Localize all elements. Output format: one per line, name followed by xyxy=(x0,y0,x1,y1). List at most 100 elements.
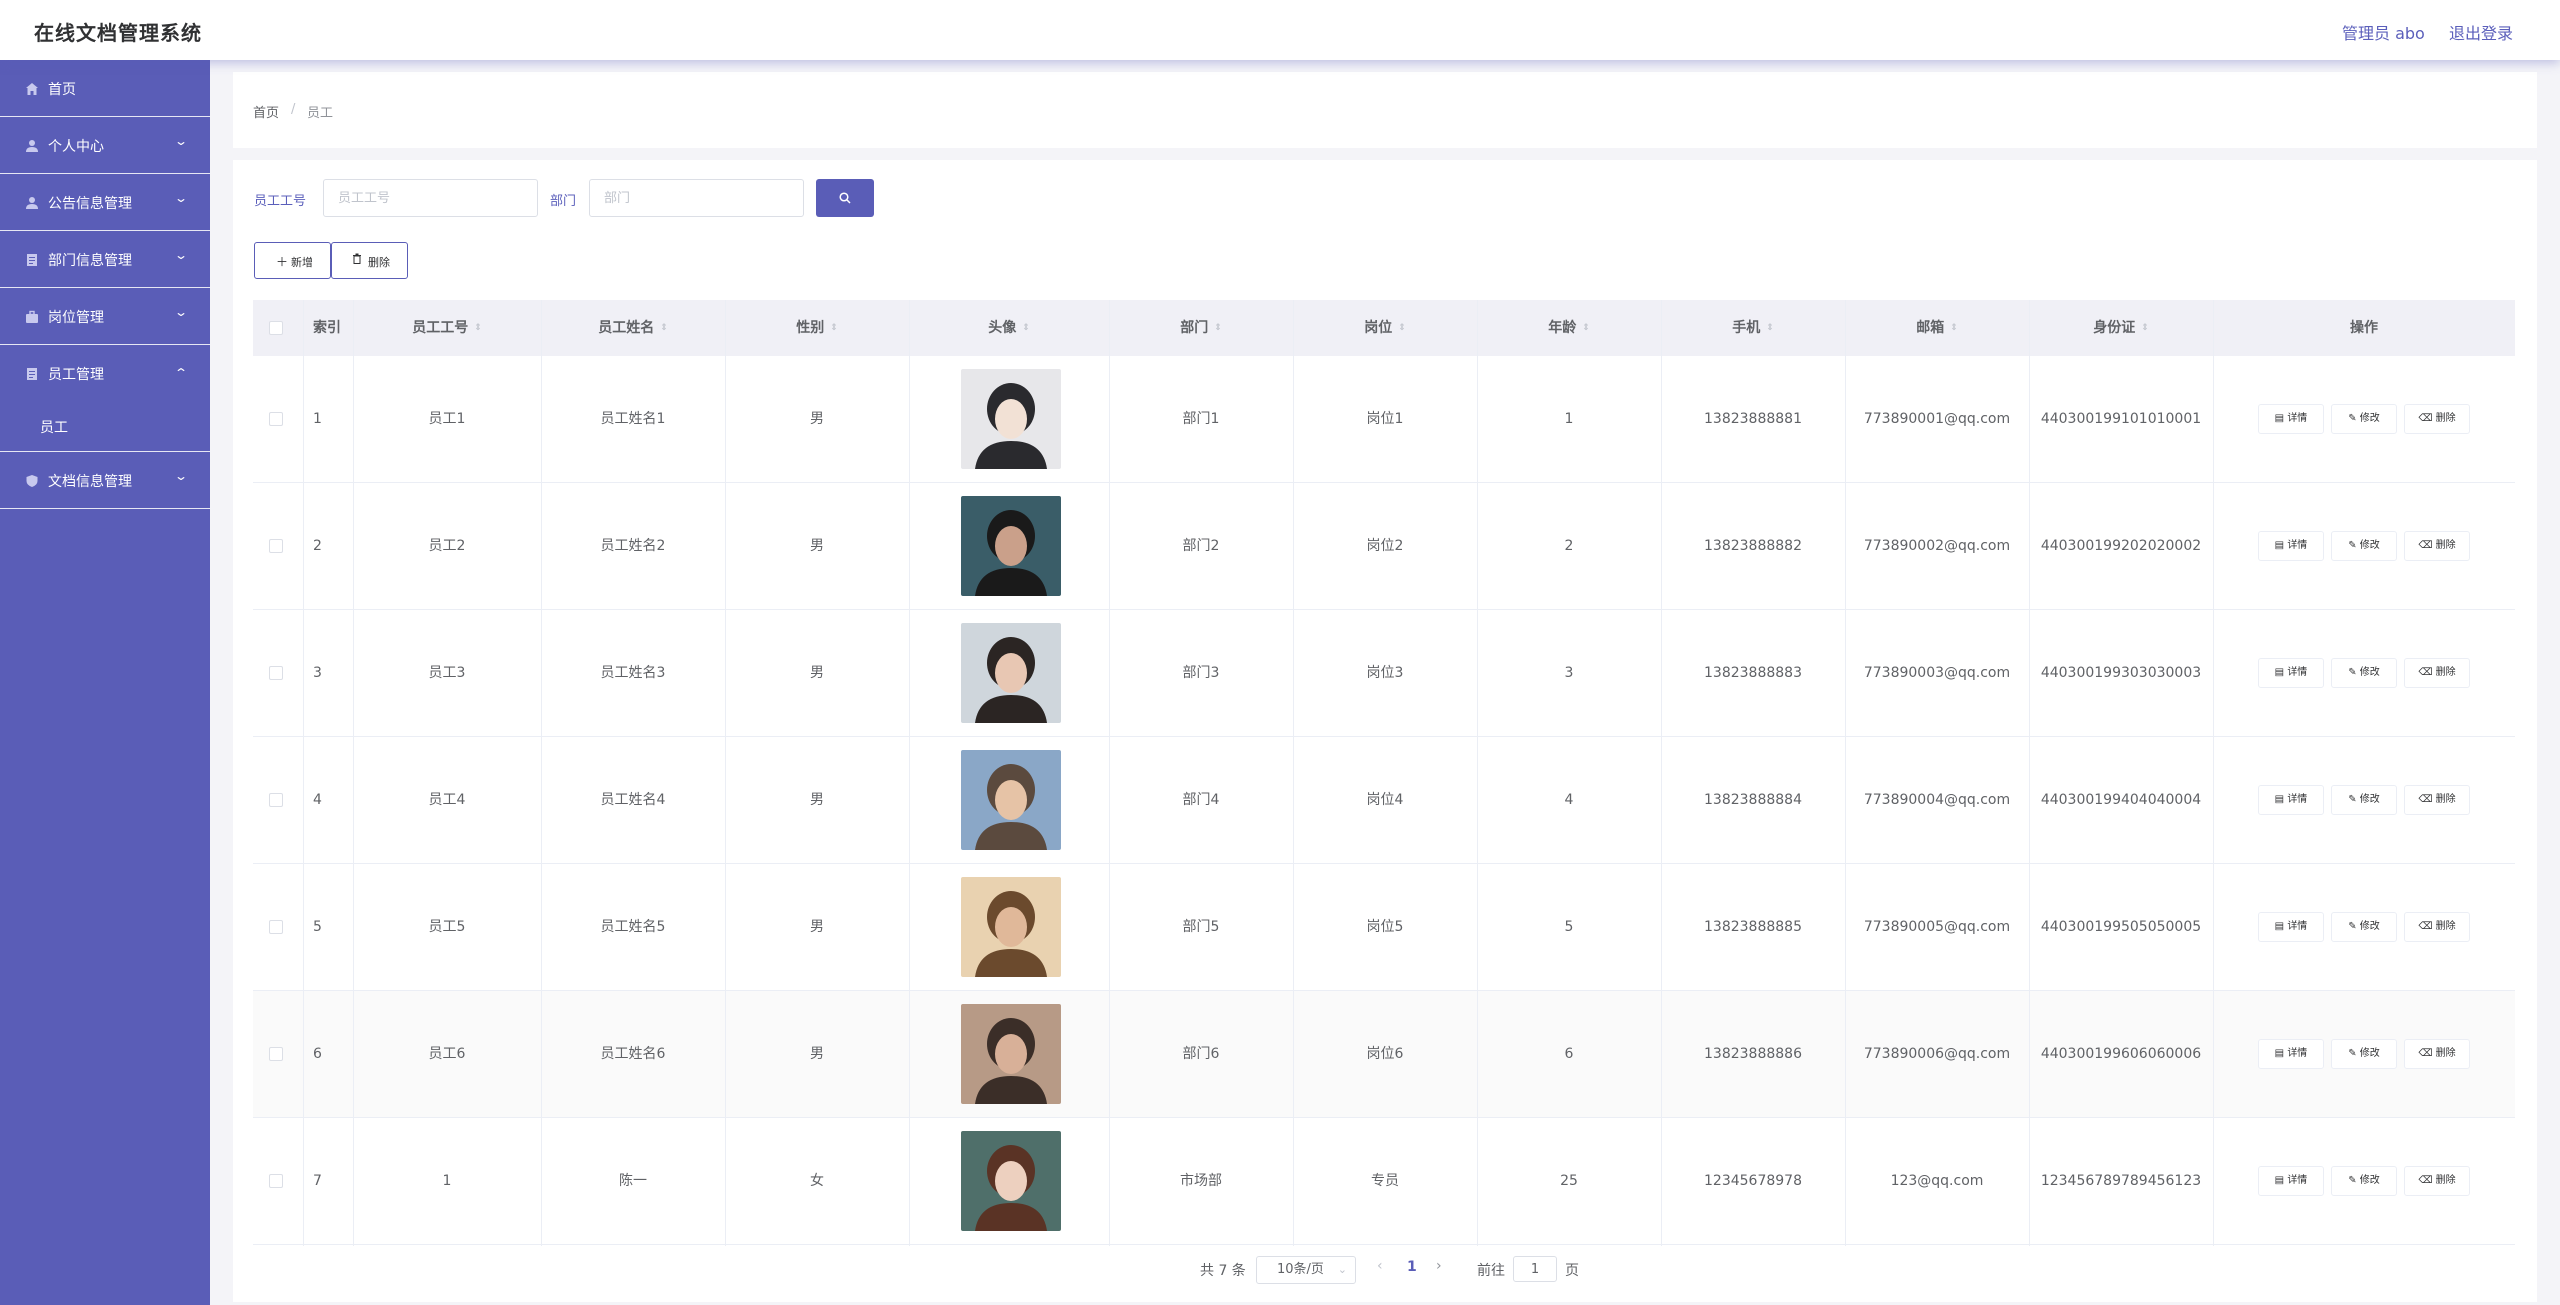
cell-index: 5 xyxy=(313,919,322,935)
column-header-age[interactable]: 年龄 ⇕ xyxy=(1477,300,1661,356)
user-icon xyxy=(25,139,39,153)
department-input[interactable] xyxy=(589,179,804,217)
column-divider xyxy=(353,300,354,1246)
detail-button-label: 详情 xyxy=(2287,413,2308,424)
sidebar-item-document-management[interactable]: 文档信息管理 ⌄ xyxy=(0,452,210,509)
row-delete-button-label: 删除 xyxy=(2435,1048,2456,1059)
cell-age: 25 xyxy=(1560,1173,1578,1189)
sort-icon[interactable]: ⇕ xyxy=(1766,323,1774,333)
page-size-select[interactable]: 10条/页 ⌄ xyxy=(1256,1256,1356,1284)
column-header-post[interactable]: 岗位 ⇕ xyxy=(1293,300,1477,356)
edit-button[interactable]: ✎ 修改 xyxy=(2331,785,2397,815)
sort-icon[interactable]: ⇕ xyxy=(830,323,838,333)
detail-button[interactable]: ▤ 详情 xyxy=(2258,912,2324,942)
edit-button[interactable]: ✎ 修改 xyxy=(2331,912,2397,942)
detail-button[interactable]: ▤ 详情 xyxy=(2258,1039,2324,1069)
sort-icon[interactable]: ⇕ xyxy=(1582,323,1590,333)
row-delete-button[interactable]: ⌫ 删除 xyxy=(2404,531,2470,561)
cell-employee-no: 员工1 xyxy=(428,411,466,427)
sort-icon[interactable]: ⇕ xyxy=(1214,323,1222,333)
edit-button[interactable]: ✎ 修改 xyxy=(2331,404,2397,434)
employee-no-input[interactable] xyxy=(323,179,538,217)
sidebar-item-home[interactable]: 首页 xyxy=(0,60,210,117)
sidebar-item-notice-management[interactable]: 公告信息管理 ⌄ xyxy=(0,174,210,231)
column-header-employee-no[interactable]: 员工工号 ⇕ xyxy=(353,300,541,356)
cell-gender: 男 xyxy=(810,919,824,935)
prev-page-button[interactable]: ‹ xyxy=(1377,1258,1383,1274)
edit-button[interactable]: ✎ 修改 xyxy=(2331,1166,2397,1196)
main-content: 员工工号 部门 ＋ 新增 删除 索引 员工工号 ⇕ 员工姓名 ⇕ 性别 ⇕ 头像 ⇕ 部门 ⇕ 岗位 ⇕… xyxy=(233,160,2537,1302)
next-page-button[interactable]: › xyxy=(1436,1258,1442,1274)
sort-icon[interactable]: ⇕ xyxy=(1950,323,1958,333)
row-checkbox[interactable] xyxy=(269,666,283,680)
detail-button-label: 详情 xyxy=(2287,794,2308,805)
cell-id-card: 440300199505050005 xyxy=(2040,919,2202,935)
cell-department: 部门2 xyxy=(1182,538,1220,554)
column-header-employee-name[interactable]: 员工姓名 ⇕ xyxy=(541,300,725,356)
column-divider xyxy=(303,300,304,1246)
edit-button[interactable]: ✎ 修改 xyxy=(2331,531,2397,561)
sort-icon[interactable]: ⇕ xyxy=(1398,323,1406,333)
sidebar-item-post-management[interactable]: 岗位管理 ⌄ xyxy=(0,288,210,345)
row-checkbox[interactable] xyxy=(269,1174,283,1188)
cell-email: 773890002@qq.com xyxy=(1863,538,2011,554)
detail-button[interactable]: ▤ 详情 xyxy=(2258,1166,2324,1196)
cell-employee-no: 1 xyxy=(442,1173,452,1189)
row-checkbox[interactable] xyxy=(269,539,283,553)
delete-button-label: 删除 xyxy=(368,256,390,269)
breadcrumb-home[interactable]: 首页 xyxy=(253,102,279,121)
row-delete-button[interactable]: ⌫ 删除 xyxy=(2404,1166,2470,1196)
cell-id-card: 440300199606060006 xyxy=(2040,1046,2202,1062)
sidebar-item-employee-management[interactable]: 员工管理 ⌃ xyxy=(0,345,210,402)
row-checkbox[interactable] xyxy=(269,793,283,807)
cell-employee-name: 员工姓名2 xyxy=(600,538,666,554)
edit-button[interactable]: ✎ 修改 xyxy=(2331,658,2397,688)
column-header-department[interactable]: 部门 ⇕ xyxy=(1109,300,1293,356)
detail-button[interactable]: ▤ 详情 xyxy=(2258,785,2324,815)
goto-page-input[interactable] xyxy=(1513,1256,1557,1282)
sort-icon[interactable]: ⇕ xyxy=(660,323,668,333)
avatar xyxy=(961,369,1061,469)
sort-icon[interactable]: ⇕ xyxy=(474,323,482,333)
sidebar-item-department-management[interactable]: 部门信息管理 ⌄ xyxy=(0,231,210,288)
row-delete-button[interactable]: ⌫ 删除 xyxy=(2404,912,2470,942)
edit-button-label: 修改 xyxy=(2359,921,2380,932)
row-delete-button[interactable]: ⌫ 删除 xyxy=(2404,658,2470,688)
logout-link[interactable]: 退出登录 xyxy=(2449,20,2513,44)
sort-icon[interactable]: ⇕ xyxy=(1022,323,1030,333)
column-header-avatar[interactable]: 头像 ⇕ xyxy=(909,300,1109,356)
delete-button[interactable]: 删除 xyxy=(331,242,408,279)
column-header-phone[interactable]: 手机 ⇕ xyxy=(1661,300,1845,356)
row-checkbox[interactable] xyxy=(269,920,283,934)
column-header-index[interactable]: 索引 xyxy=(303,300,353,356)
row-checkbox[interactable] xyxy=(269,1047,283,1061)
column-divider xyxy=(541,300,542,1246)
column-header-email[interactable]: 邮箱 ⇕ xyxy=(1845,300,2029,356)
cell-email: 123@qq.com xyxy=(1890,1173,1984,1189)
detail-button[interactable]: ▤ 详情 xyxy=(2258,404,2324,434)
admin-label: 管理员 abo xyxy=(2342,24,2425,43)
cell-age: 1 xyxy=(1564,411,1574,427)
column-header-label: 邮箱 xyxy=(1916,320,1945,336)
column-header-label: 头像 xyxy=(988,320,1017,336)
sidebar-item-personal-center[interactable]: 个人中心 ⌄ xyxy=(0,117,210,174)
add-button[interactable]: ＋ 新增 xyxy=(254,242,331,279)
sidebar-item-label: 公告信息管理 xyxy=(48,196,132,212)
select-all-checkbox[interactable] xyxy=(269,321,283,335)
search-button[interactable] xyxy=(816,179,874,217)
column-header-id-card[interactable]: 身份证 ⇕ xyxy=(2029,300,2213,356)
column-header-actions[interactable]: 操作 xyxy=(2213,300,2515,356)
edit-button[interactable]: ✎ 修改 xyxy=(2331,1039,2397,1069)
page-number-current[interactable]: 1 xyxy=(1407,1259,1417,1275)
sort-icon[interactable]: ⇕ xyxy=(2141,323,2149,333)
row-delete-button[interactable]: ⌫ 删除 xyxy=(2404,404,2470,434)
detail-button[interactable]: ▤ 详情 xyxy=(2258,531,2324,561)
cell-id-card: 440300199303030003 xyxy=(2040,665,2202,681)
row-checkbox[interactable] xyxy=(269,412,283,426)
row-delete-button[interactable]: ⌫ 删除 xyxy=(2404,1039,2470,1069)
column-header-gender[interactable]: 性别 ⇕ xyxy=(725,300,909,356)
shield-icon xyxy=(25,474,39,488)
detail-button[interactable]: ▤ 详情 xyxy=(2258,658,2324,688)
row-delete-button[interactable]: ⌫ 删除 xyxy=(2404,785,2470,815)
sidebar-subitem-employee[interactable]: 员工 xyxy=(0,400,210,452)
